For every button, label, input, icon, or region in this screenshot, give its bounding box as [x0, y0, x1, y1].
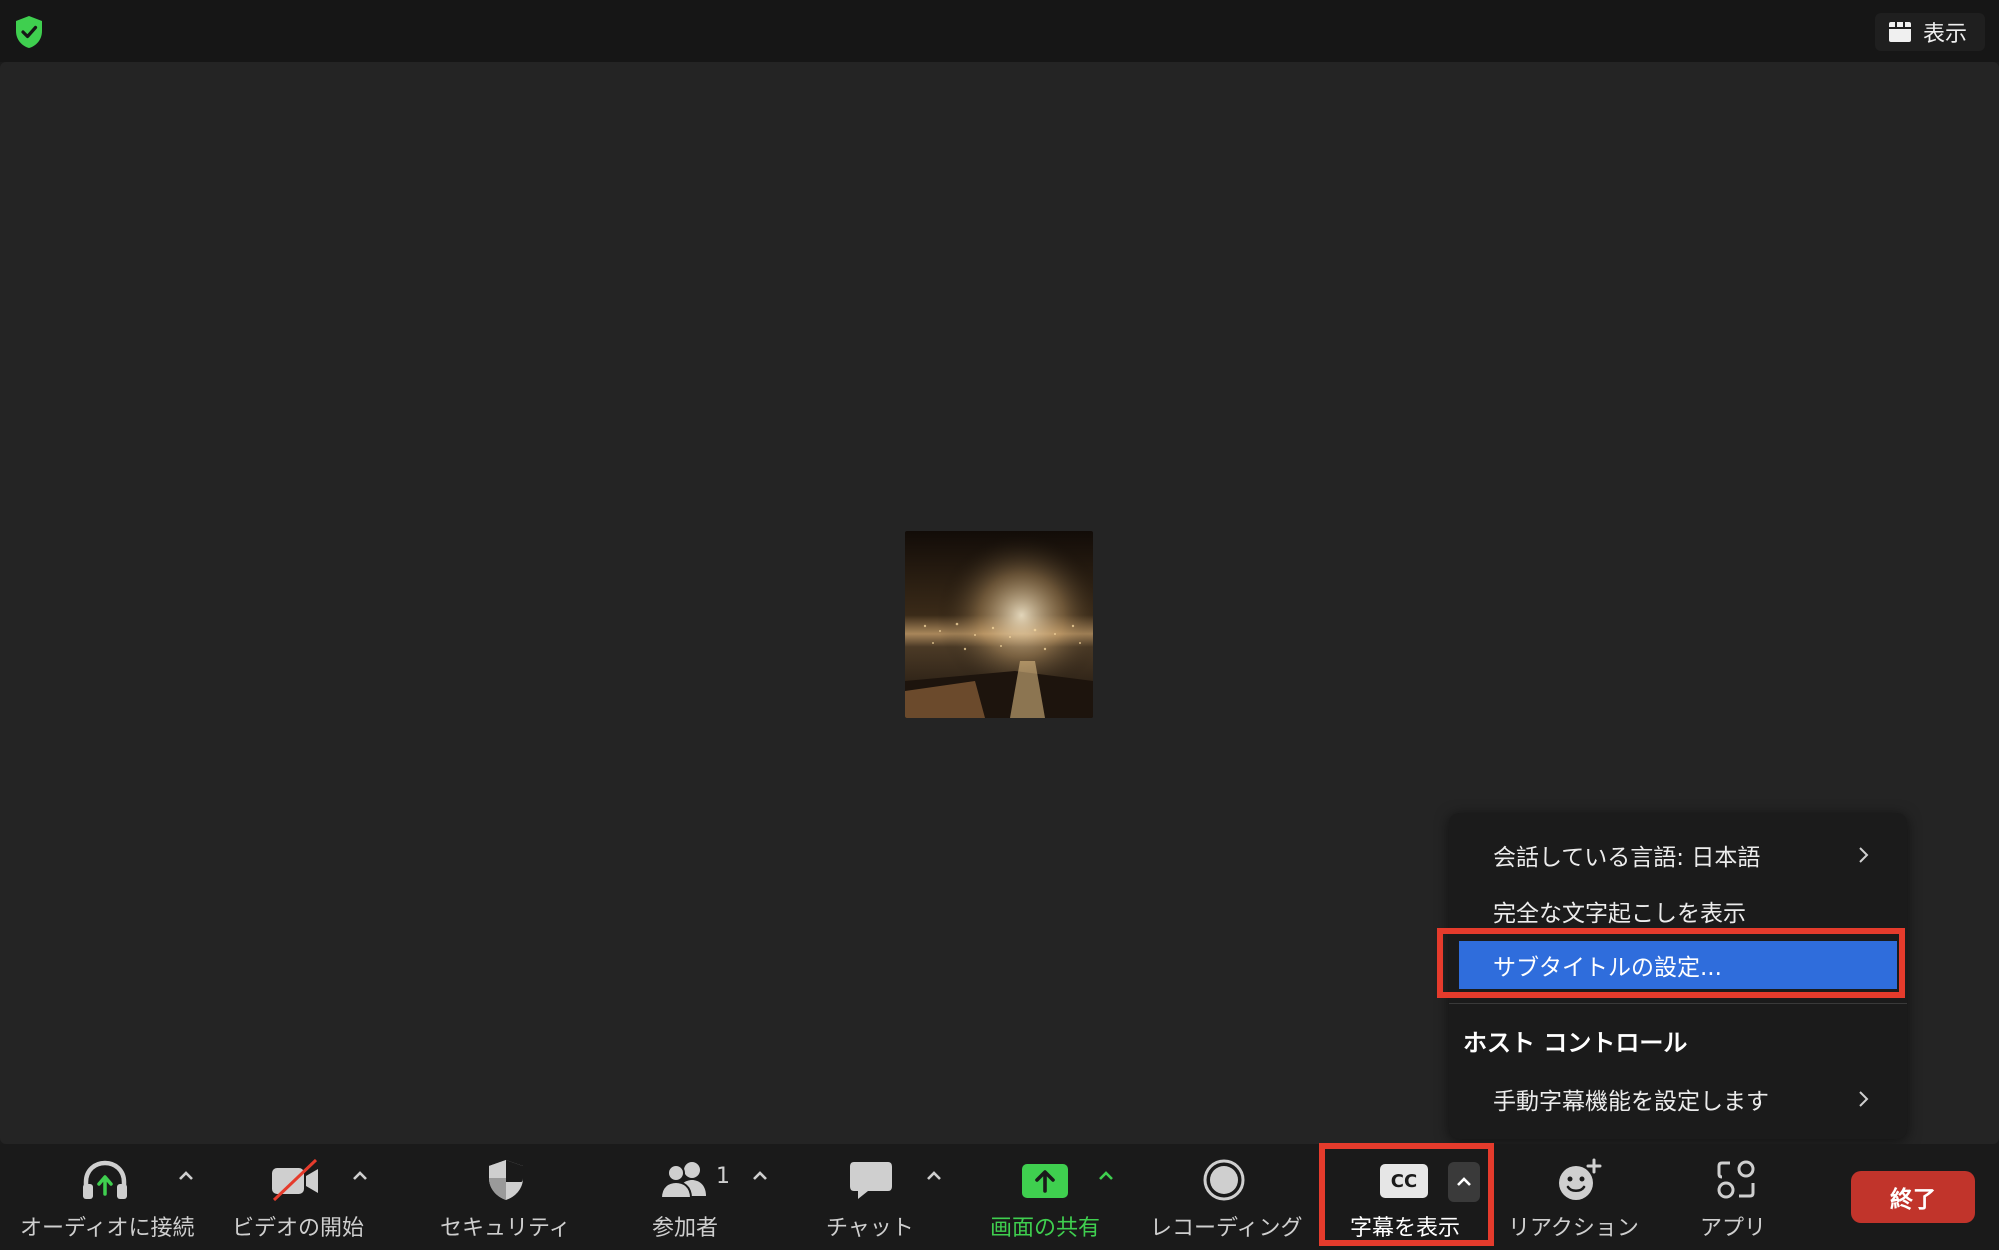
share-screen-button[interactable]: 画面の共有: [986, 1144, 1126, 1250]
participants-button[interactable]: 1 参加者: [640, 1144, 770, 1250]
top-bar: 表示: [0, 0, 1999, 62]
grid-view-icon: [1888, 22, 1911, 42]
host-controls-heading: ホスト コントロール: [1463, 1029, 1688, 1057]
encryption-shield-icon[interactable]: [14, 15, 44, 49]
record-button[interactable]: レコーディング: [1146, 1144, 1306, 1250]
chat-bubble-icon: [850, 1162, 892, 1199]
security-shield-icon: [489, 1160, 523, 1200]
audio-options-caret-icon[interactable]: [176, 1166, 196, 1186]
menu-item-speaking-language[interactable]: 会話している言語: 日本語: [1449, 831, 1907, 879]
apps-icon: [1717, 1160, 1755, 1199]
annotation-highlight-captions-button: [1319, 1143, 1494, 1246]
chevron-right-icon: [1859, 847, 1869, 863]
chat-options-caret-icon[interactable]: [924, 1166, 944, 1186]
apps-button[interactable]: アプリ: [1688, 1144, 1788, 1250]
menu-item-manual-captions[interactable]: 手動字幕機能を設定します: [1449, 1075, 1907, 1123]
end-meeting-button[interactable]: 終了: [1851, 1171, 1975, 1223]
video-button[interactable]: ビデオの開始: [224, 1144, 374, 1250]
chevron-right-icon: [1859, 1091, 1869, 1107]
menu-divider: [1449, 1003, 1907, 1004]
video-options-caret-icon[interactable]: [350, 1166, 370, 1186]
video-off-icon: [272, 1158, 318, 1202]
audio-button[interactable]: オーディオに接続: [14, 1144, 194, 1250]
meeting-toolbar: オーディオに接続 ビデオの開始 セキュリティ 1 参加者 チャット 画面の共有 …: [0, 1144, 1999, 1250]
participants-count: 1: [716, 1164, 730, 1189]
participant-avatar: [905, 531, 1093, 718]
headphones-icon: [83, 1160, 127, 1199]
share-screen-icon: [1022, 1164, 1068, 1198]
participants-icon: [659, 1162, 706, 1199]
reaction-emoji-icon: [1559, 1158, 1602, 1200]
view-label: 表示: [1922, 22, 1967, 47]
view-button[interactable]: 表示: [1874, 13, 1985, 51]
chat-button[interactable]: チャット: [818, 1144, 938, 1250]
share-options-caret-icon[interactable]: [1096, 1166, 1116, 1186]
reactions-button[interactable]: リアクション: [1506, 1144, 1656, 1250]
record-icon: [1203, 1159, 1245, 1201]
participants-options-caret-icon[interactable]: [750, 1166, 770, 1186]
security-button[interactable]: セキュリティ: [436, 1144, 576, 1250]
annotation-highlight-subtitle-settings: [1437, 928, 1905, 998]
